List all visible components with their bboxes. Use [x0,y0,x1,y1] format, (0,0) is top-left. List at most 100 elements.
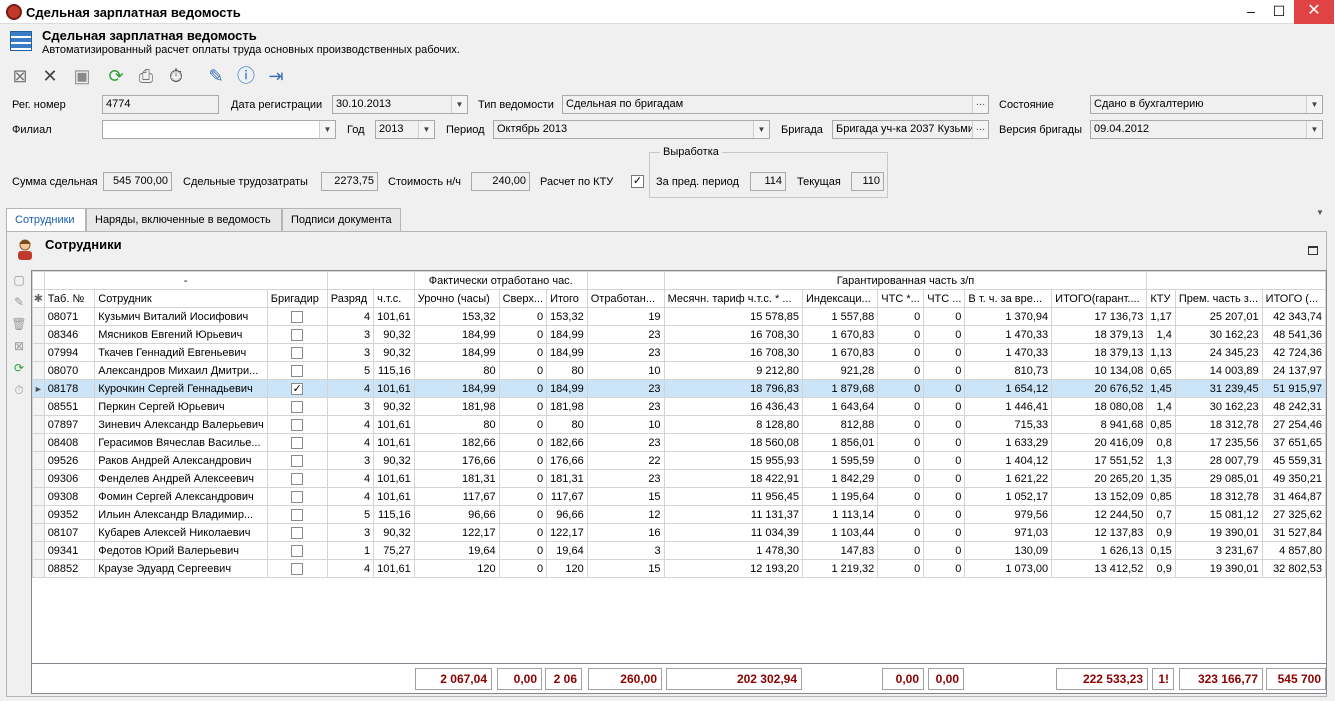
table-cell[interactable]: 122,17 [413,523,500,542]
table-cell[interactable]: 16 708,30 [663,343,804,362]
table-cell[interactable]: Мясников Евгений Юрьевич [94,325,268,344]
chevron-down-icon[interactable]: ▼ [451,96,467,113]
table-cell[interactable]: 181,31 [546,469,588,488]
table-cell[interactable]: 37 651,65 [1261,433,1326,452]
brigade-field[interactable]: Бригада уч-ка 2037 Кузьмич… [832,120,989,139]
table-cell[interactable]: 90,32 [373,451,415,470]
table-cell[interactable]: Зиневич Александр Валерьевич [94,415,268,434]
table-cell[interactable]: 181,98 [413,397,500,416]
row-indicator[interactable] [32,487,45,506]
table-cell[interactable]: 3 [586,541,665,560]
table-cell[interactable]: 0 [498,505,548,524]
table-cell[interactable]: 14 003,89 [1174,361,1263,380]
table-cell[interactable]: 27 325,62 [1261,505,1326,524]
row-indicator[interactable] [32,361,45,380]
table-cell[interactable]: 18 312,78 [1174,487,1263,506]
column-header[interactable]: КТУ [1146,289,1176,308]
table-cell[interactable]: 11 131,37 [663,505,804,524]
table-cell[interactable]: 0 [923,379,966,398]
table-cell[interactable]: 1 595,59 [802,451,879,470]
brigadier-checkbox[interactable] [291,400,304,413]
table-cell[interactable]: 08346 [43,325,96,344]
brigadier-checkbox[interactable] [291,544,304,557]
table-cell[interactable]: 1,45 [1146,379,1176,398]
table-cell[interactable]: 0,7 [1146,505,1176,524]
table-row[interactable]: 09526 Раков Андрей Александрович 3 90,32 176… [32,451,1326,470]
table-cell[interactable]: 15 [586,559,665,578]
table-cell[interactable]: Кузьмич Виталий Иосифович [94,307,268,326]
table-cell[interactable]: 90,32 [373,523,415,542]
table-cell[interactable]: 90,32 [373,397,415,416]
table-cell[interactable]: 22 [586,451,665,470]
table-row[interactable]: 09352 Ильин Александр Владимир... 5 115,16 9… [32,505,1326,524]
table-cell[interactable]: 1 633,29 [964,433,1053,452]
table-cell[interactable]: 122,17 [546,523,588,542]
cancel-record-icon[interactable]: ⊠ [11,338,27,354]
table-cell[interactable]: 0 [498,523,548,542]
brigadier-cell[interactable] [266,325,328,344]
table-cell[interactable]: 0,65 [1146,361,1176,380]
table-cell[interactable]: 0 [498,397,548,416]
save-icon[interactable]: ▣ [70,64,94,88]
help-icon[interactable]: ⓘ [234,64,258,88]
column-header[interactable]: Сверх... [498,289,548,308]
state-field[interactable]: Сдано в бухгалтерию ▼ [1090,95,1323,114]
table-cell[interactable]: 18 422,91 [663,469,804,488]
table-cell[interactable]: 117,67 [546,487,588,506]
brigadier-cell[interactable] [266,469,328,488]
sum-field[interactable]: 545 700,00 [103,172,172,191]
table-cell[interactable]: 31 527,84 [1261,523,1326,542]
table-cell[interactable]: 181,31 [413,469,500,488]
table-cell[interactable]: 1 113,14 [802,505,879,524]
row-indicator[interactable] [32,469,45,488]
table-cell[interactable]: Александров Михаил Дмитри... [94,361,268,380]
table-cell[interactable]: 1 856,01 [802,433,879,452]
trash-icon[interactable]: 🗑 [11,316,27,332]
table-cell[interactable]: 30 162,23 [1174,397,1263,416]
table-cell[interactable]: 20 265,20 [1051,469,1148,488]
period-field[interactable]: Октябрь 2013 ▼ [493,120,770,139]
table-cell[interactable]: 0 [923,469,966,488]
table-cell[interactable]: Курочкин Сергей Геннадьевич [94,379,268,398]
table-row[interactable]: 08070 Александров Михаил Дмитри... 5 115,16… [32,361,1326,380]
table-cell[interactable]: 19 390,01 [1174,559,1263,578]
table-cell[interactable]: 0,9 [1146,559,1176,578]
brigadier-cell[interactable] [266,307,328,326]
brigadier-cell[interactable] [266,343,328,362]
table-cell[interactable]: 19,64 [413,541,500,560]
stopwatch-icon[interactable]: ⏱ [11,382,27,398]
table-cell[interactable]: 10 134,08 [1051,361,1148,380]
table-cell[interactable]: 0 [877,541,925,560]
table-cell[interactable]: 3 231,67 [1174,541,1263,560]
brigadier-cell[interactable] [266,451,328,470]
table-cell[interactable]: 1 073,00 [964,559,1053,578]
brigadier-checkbox[interactable]: ✓ [291,382,304,395]
table-cell[interactable]: 1 [326,541,375,560]
table-cell[interactable]: 20 416,09 [1051,433,1148,452]
brigadier-cell[interactable] [266,523,328,542]
table-cell[interactable]: 13 412,52 [1051,559,1148,578]
table-cell[interactable]: 8 941,68 [1051,415,1148,434]
table-cell[interactable]: 0 [877,505,925,524]
table-cell[interactable]: 1 879,68 [802,379,879,398]
table-cell[interactable]: 1,17 [1146,307,1176,326]
chevron-down-icon[interactable]: ▼ [1316,208,1324,217]
table-cell[interactable]: 0 [923,559,966,578]
table-cell[interactable]: 9 212,80 [663,361,804,380]
column-header[interactable]: Индексаци... [802,289,879,308]
table-cell[interactable]: 15 [586,487,665,506]
ellipsis-icon[interactable]: … [972,96,988,113]
current-field[interactable]: 110 [851,172,884,191]
minimize-button[interactable]: – [1236,0,1266,24]
table-cell[interactable]: 0,9 [1146,523,1176,542]
exit-icon[interactable]: ⇥ [264,64,288,88]
table-cell[interactable]: 23 [586,343,665,362]
brigadier-cell[interactable] [266,505,328,524]
table-cell[interactable]: 5 [326,505,375,524]
table-cell[interactable]: 25 207,01 [1174,307,1263,326]
brigadier-cell[interactable] [266,541,328,560]
table-cell[interactable]: 101,61 [373,487,415,506]
table-cell[interactable]: 90,32 [373,343,415,362]
table-cell[interactable]: 0 [498,379,548,398]
cancel-icon[interactable]: ⊠ [8,64,32,88]
